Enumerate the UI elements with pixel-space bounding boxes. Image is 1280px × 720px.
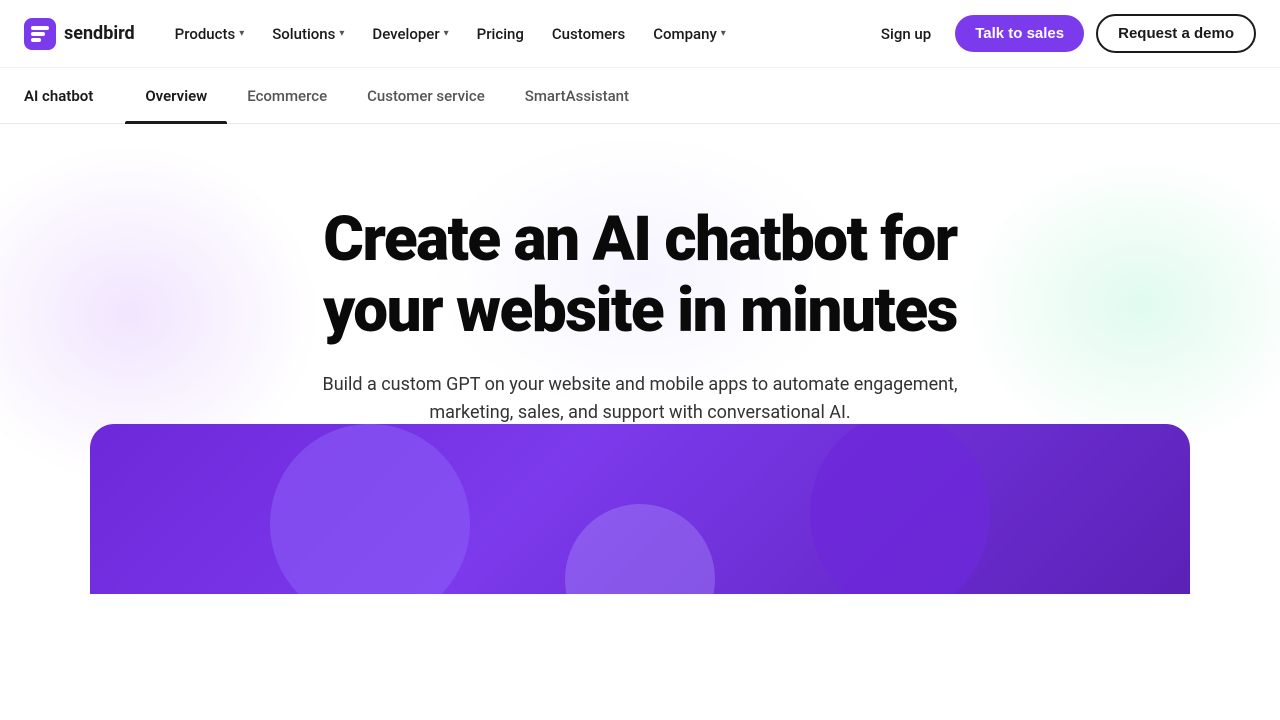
logo-text: sendbird [64,23,135,44]
chevron-down-icon: ▾ [721,28,726,39]
logo[interactable]: sendbird [24,18,135,50]
hero-bottom-visual [90,424,1190,594]
nav-item-company[interactable]: Company ▾ [641,17,738,51]
nav-item-developer[interactable]: Developer ▾ [360,17,460,51]
decorative-circle-right [810,424,990,594]
hero-section: Create an AI chatbot for your website in… [0,124,1280,594]
request-demo-button[interactable]: Request a demo [1096,14,1256,53]
subnav-item-customer-service[interactable]: Customer service [347,68,505,124]
chevron-down-icon: ▾ [339,28,344,39]
subnav-item-smart-assistant[interactable]: SmartAssistant [505,68,649,124]
chevron-down-icon: ▾ [239,28,244,39]
sub-navigation: AI chatbot Overview Ecommerce Customer s… [0,68,1280,124]
nav-item-pricing[interactable]: Pricing [465,17,536,51]
chevron-down-icon: ▾ [444,28,449,39]
talk-to-sales-button[interactable]: Talk to sales [955,15,1084,52]
subnav-item-ecommerce[interactable]: Ecommerce [227,68,347,124]
signup-button[interactable]: Sign up [869,17,943,51]
nav-links: Products ▾ Solutions ▾ Developer ▾ Prici… [163,17,869,51]
subnav-links: Overview Ecommerce Customer service Smar… [125,68,649,124]
nav-item-solutions[interactable]: Solutions ▾ [260,17,356,51]
hero-title: Create an AI chatbot for your website in… [260,204,1020,347]
nav-item-products[interactable]: Products ▾ [163,17,257,51]
top-navigation: sendbird Products ▾ Solutions ▾ Develope… [0,0,1280,68]
hero-subtitle: Build a custom GPT on your website and m… [300,371,980,429]
decorative-circle-left [270,424,470,594]
subnav-item-overview[interactable]: Overview [125,68,227,124]
subnav-brand: AI chatbot [24,87,93,105]
decorative-circle-center [565,504,715,594]
nav-item-customers[interactable]: Customers [540,17,637,51]
nav-right-actions: Sign up Talk to sales Request a demo [869,14,1256,53]
